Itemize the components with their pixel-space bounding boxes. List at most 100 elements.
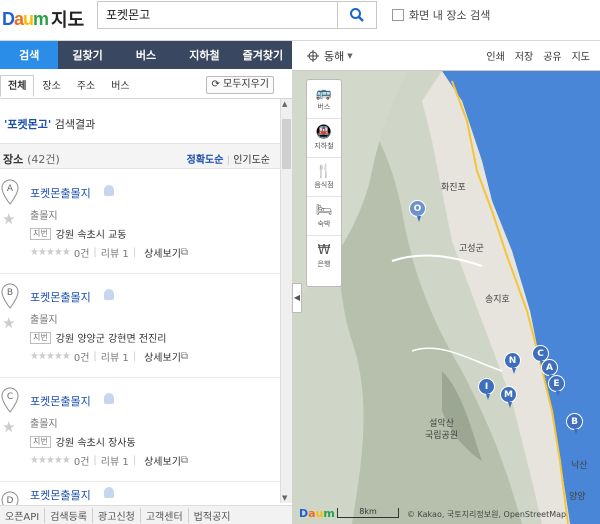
tool-label: 은행 — [317, 259, 331, 268]
print-button[interactable]: 인쇄 — [486, 48, 504, 63]
detail-link[interactable]: 상세보기 — [144, 349, 181, 364]
results-scrollbar[interactable]: ▲ ▼ — [280, 99, 292, 503]
tool-bus[interactable]: 🚌 버스 — [307, 80, 341, 119]
crosshair-icon — [307, 49, 319, 62]
marker-pin-icon: A — [1, 179, 19, 205]
favorite-star-icon[interactable]: ★ — [2, 210, 15, 228]
reviews-count: 0건 — [73, 353, 90, 364]
tool-label: 지하철 — [314, 142, 334, 150]
tool-label: 버스 — [317, 103, 331, 111]
place-name[interactable]: 포켓몬출몰지 — [30, 289, 91, 305]
map-place-label: 설악산 국립공원 — [425, 419, 459, 441]
map-toolbar: 동해 ▼ 인쇄 저장 공유 지도 — [292, 41, 600, 71]
sort-popularity[interactable]: 인기도순 — [233, 155, 270, 166]
map-place-label: 고성군 — [459, 244, 484, 254]
map-type-button[interactable]: 지도 — [572, 48, 590, 63]
search-input[interactable]: 포켓몬고 — [97, 1, 337, 29]
footer-link[interactable]: 검색등록 — [45, 507, 94, 523]
tab-bus[interactable]: 버스 — [117, 41, 175, 69]
address-text: 강원 양양군 강현면 전진리 — [55, 334, 167, 345]
reviews-count: 0건 — [73, 457, 90, 468]
favorite-star-icon[interactable]: ★ — [2, 418, 15, 436]
review-link[interactable]: 리뷰 1 — [101, 245, 129, 260]
map-logo: Daum — [299, 507, 335, 520]
daum-logo[interactable]: Daum 지도 — [2, 7, 84, 32]
rating-stars-icon: ★★★★★ — [30, 351, 71, 362]
map-category-toolbox: 🚌 버스 🚇 지하철 🍴 음식점 🛏 숙박 ₩ 은행 — [306, 79, 342, 287]
place-meta: ★★★★★ 0건 | 리뷰 1 | 상세보기 ⧉ — [30, 453, 189, 468]
tool-label: 음식점 — [314, 181, 334, 189]
place-address: 지번 강원 양양군 강현면 전진리 — [30, 330, 166, 345]
footer-link[interactable]: 고객센터 — [141, 507, 189, 523]
list-item[interactable]: A ★ 포켓몬출몰지 출몰지 지번 강원 속초시 교동 ★★★★★ 0건 | 리뷰 1 |… — [0, 170, 280, 274]
sort-accuracy[interactable]: 정확도순 — [187, 155, 224, 166]
marker-pin-icon: B — [1, 283, 19, 309]
tool-lodging[interactable]: 🛏 숙박 — [307, 197, 341, 236]
detail-link[interactable]: 상세보기 — [144, 245, 181, 260]
clear-all-button[interactable]: ⟳ 모두지우기 — [206, 76, 274, 94]
map-place-label: 화진포 — [441, 183, 466, 193]
map-marker[interactable]: N — [504, 352, 521, 374]
tool-subway[interactable]: 🚇 지하철 — [307, 119, 341, 158]
map-attribution: © Kakao, 국토지리정보원, OpenStreetMap — [407, 510, 567, 519]
place-name[interactable]: 포켓몬출몰지 — [30, 185, 91, 201]
subtab-all[interactable]: 전체 — [0, 74, 35, 97]
result-suffix: 검색결과 — [51, 118, 96, 131]
share-button[interactable]: 공유 — [543, 48, 561, 63]
footer-link[interactable]: 오픈API — [0, 507, 46, 523]
result-keyword: '포켓몬고' — [4, 118, 52, 131]
in-map-search-toggle[interactable]: 화면 내 장소 검색 — [392, 7, 490, 23]
address-text: 강원 속초시 장사동 — [55, 438, 136, 449]
save-button[interactable]: 저장 — [515, 48, 533, 63]
region-selector[interactable]: 동해 ▼ — [307, 48, 353, 64]
place-address: 지번 강원 속초시 교동 — [30, 226, 127, 241]
subtab-address[interactable]: 주소 — [69, 75, 103, 97]
favorite-star-icon[interactable]: ★ — [2, 314, 15, 332]
place-category: 출몰지 — [30, 315, 58, 326]
collapse-panel-button[interactable]: ◀ — [292, 283, 302, 313]
place-category: 출몰지 — [30, 419, 58, 430]
address-text: 강원 속초시 교동 — [55, 230, 127, 241]
scroll-up-icon[interactable]: ▲ — [282, 100, 287, 108]
reviews-count: 0건 — [73, 249, 90, 260]
svg-text:B: B — [7, 288, 13, 298]
place-name[interactable]: 포켓몬출몰지 — [30, 487, 91, 503]
place-meta: ★★★★★ 0건 | 리뷰 1 | 상세보기 ⧉ — [30, 245, 189, 260]
tab-favorites[interactable]: 즐겨찾기 — [234, 41, 292, 69]
tool-label: 숙박 — [317, 220, 331, 228]
tab-directions[interactable]: 길찾기 — [58, 41, 116, 69]
place-category: 출몰지 — [30, 211, 58, 222]
footer-link[interactable]: 법적공지 — [189, 508, 236, 523]
map-place-label: 양양 — [569, 492, 586, 502]
list-item[interactable]: B ★ 포켓몬출몰지 출몰지 지번 강원 양양군 강현면 전진리 ★★★★★ 0건 |… — [0, 274, 280, 378]
map-marker[interactable]: I — [478, 378, 495, 400]
detail-link[interactable]: 상세보기 — [144, 453, 181, 468]
review-link[interactable]: 리뷰 1 — [101, 453, 129, 468]
in-map-search-checkbox[interactable] — [392, 9, 404, 21]
map-marker[interactable]: B — [566, 413, 583, 435]
tool-bank[interactable]: ₩ 은행 — [307, 236, 341, 275]
map-marker[interactable]: E — [548, 375, 565, 397]
tool-restaurant[interactable]: 🍴 음식점 — [307, 158, 341, 197]
map-place-label: 송지호 — [485, 295, 510, 305]
region-label: 동해 — [324, 49, 345, 63]
subtab-bus[interactable]: 버스 — [103, 75, 137, 97]
map-marker[interactable]: A — [541, 359, 558, 381]
list-item[interactable]: C ★ 포켓몬출몰지 출몰지 지번 강원 속초시 장사동 ★★★★★ 0건 | 리뷰 1… — [0, 378, 280, 482]
place-address: 지번 강원 속초시 장사동 — [30, 434, 136, 449]
list-item[interactable]: D 포켓몬출몰지 — [0, 482, 280, 517]
map-marker[interactable]: M — [500, 386, 517, 408]
scrollbar-thumb[interactable] — [282, 119, 291, 169]
places-count-bar: 장소 (42건) 정확도순 | 인기도순 — [0, 143, 280, 169]
review-link[interactable]: 리뷰 1 — [101, 349, 129, 364]
subtab-places[interactable]: 장소 — [34, 75, 68, 97]
search-button[interactable] — [337, 1, 377, 29]
main-nav: 검색 길찾기 버스 지하철 즐겨찾기 — [0, 41, 292, 69]
tab-search[interactable]: 검색 — [0, 41, 59, 69]
scroll-down-icon[interactable]: ▼ — [282, 494, 287, 502]
clear-all-label: 모두지우기 — [223, 79, 269, 90]
place-name[interactable]: 포켓몬출몰지 — [30, 393, 91, 409]
map-marker[interactable]: O — [409, 200, 426, 222]
footer-link[interactable]: 광고신청 — [93, 507, 141, 523]
tab-subway[interactable]: 지하철 — [175, 41, 233, 69]
